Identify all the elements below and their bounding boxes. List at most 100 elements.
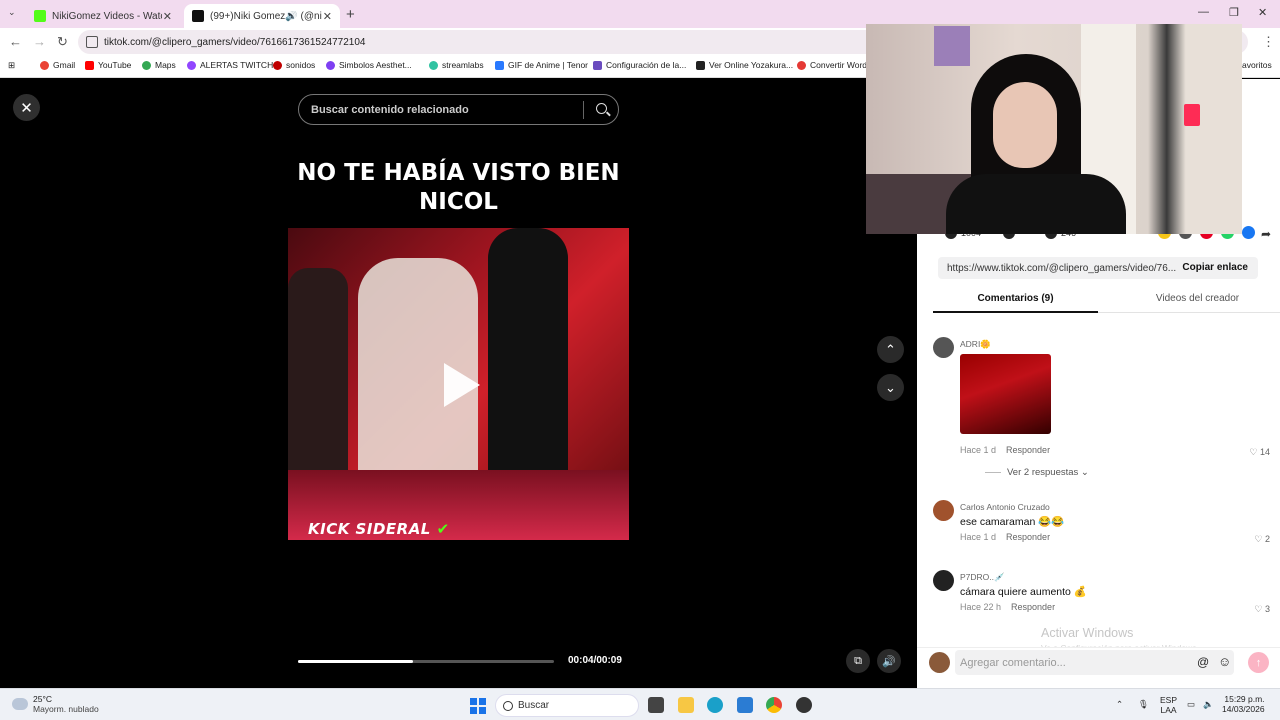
bookmark-favoritos[interactable]: avoritos xyxy=(1242,60,1272,70)
related-search-input[interactable]: Buscar contenido relacionado xyxy=(298,94,619,125)
send-arrow-icon[interactable]: ↑ xyxy=(1248,652,1269,673)
language-indicator[interactable]: ESP LAA xyxy=(1160,695,1177,715)
bookmark-simbolos[interactable]: Simbolos Aesthet... xyxy=(326,60,412,70)
windows-start-icon[interactable] xyxy=(470,698,486,714)
reload-icon[interactable]: ↻ xyxy=(57,34,68,50)
comment-meta: Hace 22 h Responder xyxy=(960,602,1056,612)
bookmark-yozakura[interactable]: Ver Online Yozakura... xyxy=(696,60,793,70)
next-video-chevron-down-icon[interactable]: ⌄ xyxy=(877,374,904,401)
microphone-icon[interactable]: 🎙 xyxy=(1138,699,1149,709)
site-info-icon[interactable] xyxy=(86,36,98,48)
close-window-icon[interactable]: ✕ xyxy=(1258,6,1267,19)
previous-video-chevron-up-icon[interactable]: ⌃ xyxy=(877,336,904,363)
video-link-field[interactable]: https://www.tiktok.com/@clipero_gamers/v… xyxy=(938,257,1258,279)
video-link-text: https://www.tiktok.com/@clipero_gamers/v… xyxy=(947,262,1177,274)
copy-link-button[interactable]: Copiar enlace xyxy=(1182,262,1248,273)
twitch-icon xyxy=(187,60,196,70)
comment-item: P7DRO..💉 cámara quiere aumento 💰 Hace 22… xyxy=(933,570,1270,620)
convertir-icon xyxy=(797,60,806,70)
comment-input[interactable]: Agregar comentario... xyxy=(955,650,1234,675)
video-headline: NO TE HABÍA VISTO BIEN NICOL xyxy=(297,160,620,215)
network-icon[interactable]: ▭ xyxy=(1187,699,1195,709)
sonidos-icon xyxy=(273,60,282,70)
bookmark-sonidos[interactable]: sonidos xyxy=(273,60,315,70)
tab-title: (99+)Niki Gomez🔊 (@nic xyxy=(210,10,322,22)
apps-grid-icon[interactable]: ⊞ xyxy=(8,60,15,71)
minimize-icon[interactable]: — xyxy=(1198,6,1209,18)
comment-text: cámara quiere aumento 💰 xyxy=(960,586,1087,598)
share-arrow-icon[interactable]: ➦ xyxy=(1261,227,1271,241)
mention-icon[interactable]: @ xyxy=(1197,655,1209,669)
tab-creator-videos[interactable]: Videos del creador xyxy=(1115,293,1280,304)
show-hidden-icons-chevron-icon[interactable]: ⌃ xyxy=(1116,699,1123,709)
comment-like-button[interactable]: ♡ 14 xyxy=(1249,447,1270,458)
bookmark-convertir-word[interactable]: Convertir Word xyxy=(797,60,867,70)
youtube-icon xyxy=(85,60,94,70)
volume-icon[interactable]: 🔊 xyxy=(877,649,901,673)
streamer-face xyxy=(993,82,1057,168)
avatar[interactable] xyxy=(933,337,954,358)
restore-icon[interactable]: ❐ xyxy=(1229,6,1239,19)
forward-arrow-icon[interactable]: → xyxy=(33,34,46,49)
comment-like-button[interactable]: ♡ 2 xyxy=(1254,534,1270,545)
comment-image[interactable] xyxy=(960,354,1051,434)
comment-like-button[interactable]: ♡ 3 xyxy=(1254,604,1270,615)
video-logo: KICK SIDERAL ✔ xyxy=(308,520,450,538)
bookmark-maps[interactable]: Maps xyxy=(142,60,176,70)
bookmark-tenor[interactable]: GIF de Anime | Tenor xyxy=(495,60,588,70)
play-icon[interactable] xyxy=(444,363,480,407)
close-tab-icon[interactable]: ✕ xyxy=(163,10,172,23)
yozakura-icon xyxy=(696,60,705,70)
floating-player-icon[interactable]: ⧉ xyxy=(846,649,870,673)
reply-button[interactable]: Responder xyxy=(1006,445,1050,455)
bookmark-youtube[interactable]: YouTube xyxy=(85,60,131,70)
reply-button[interactable]: Responder xyxy=(1011,602,1055,612)
gmail-icon xyxy=(40,60,49,70)
comment-username[interactable]: ADRI🌼 xyxy=(960,339,991,350)
bookmark-streamlabs[interactable]: streamlabs xyxy=(429,60,484,70)
obs-icon[interactable] xyxy=(796,697,812,713)
task-view-icon[interactable] xyxy=(648,697,664,713)
system-clock[interactable]: 15:29 p.m. 14/03/2026 xyxy=(1222,694,1265,714)
video-progress-bar[interactable] xyxy=(298,660,554,663)
bookmark-gmail[interactable]: Gmail xyxy=(40,60,75,70)
tab-title: NikiGomez Videos - Watch On xyxy=(52,10,162,22)
bookmark-alertas-twitch[interactable]: ALERTAS TWITCH xyxy=(187,60,273,70)
weather-widget[interactable]: 25°C Mayorm. nublado xyxy=(12,694,99,714)
comment-text: ese camaraman 😂😂 xyxy=(960,516,1065,528)
tab-search-chevron-icon[interactable]: ⌄ xyxy=(8,7,16,18)
comment-username[interactable]: P7DRO..💉 xyxy=(960,572,1005,583)
search-icon[interactable] xyxy=(596,103,607,114)
volume-tray-icon[interactable]: 🔈 xyxy=(1203,699,1214,709)
bookmark-configuracion[interactable]: Configuración de la... xyxy=(593,60,686,70)
tab-kick[interactable]: NikiGomez Videos - Watch On ✕ xyxy=(26,4,180,28)
menu-kebab-icon[interactable]: ⋮ xyxy=(1262,34,1275,50)
file-explorer-icon[interactable] xyxy=(678,697,694,713)
comment-username[interactable]: Carlos Antonio Cruzado xyxy=(960,502,1050,512)
view-replies-button[interactable]: Ver 2 respuestas ⌄ xyxy=(985,467,1089,478)
back-arrow-icon[interactable]: ← xyxy=(9,34,22,49)
snipping-tool-icon[interactable] xyxy=(737,697,753,713)
maps-pin-icon xyxy=(142,60,151,70)
tab-comments[interactable]: Comentarios (9) xyxy=(933,293,1098,313)
comment-meta: Hace 1 d Responder xyxy=(960,445,1051,455)
facebook-share-icon[interactable] xyxy=(1242,226,1255,239)
streamlabs-icon xyxy=(429,60,438,70)
avatar[interactable] xyxy=(933,500,954,521)
taskbar-search[interactable]: Buscar xyxy=(495,694,639,717)
video-frame[interactable]: KICK SIDERAL ✔ xyxy=(288,228,629,540)
webcam-overlay xyxy=(866,24,1242,234)
tab-tiktok[interactable]: (99+)Niki Gomez🔊 (@nic ✕ xyxy=(184,4,340,28)
chrome-icon[interactable] xyxy=(766,697,782,713)
close-tab-icon[interactable]: ✕ xyxy=(323,10,332,23)
edge-icon[interactable] xyxy=(707,697,723,713)
avatar[interactable] xyxy=(933,570,954,591)
config-icon xyxy=(593,60,602,70)
avatar[interactable] xyxy=(929,652,950,673)
reply-button[interactable]: Responder xyxy=(1006,532,1050,542)
emoji-icon[interactable]: ☺ xyxy=(1218,654,1231,669)
new-tab-plus-icon[interactable]: + xyxy=(346,6,355,23)
close-icon[interactable]: ✕ xyxy=(13,94,40,121)
panel-tabs: Comentarios (9) Videos del creador xyxy=(933,289,1280,313)
activate-windows-watermark: Activar Windows xyxy=(1041,626,1134,640)
